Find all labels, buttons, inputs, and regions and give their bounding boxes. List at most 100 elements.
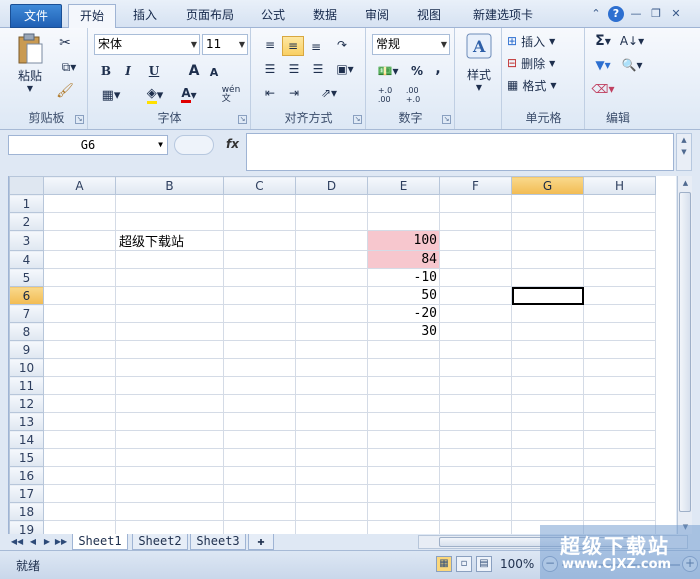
cell-b11[interactable] [115, 376, 224, 395]
decrease-indent-icon[interactable]: ⇤ [260, 84, 280, 102]
cell-e1[interactable] [367, 194, 440, 213]
column-header[interactable]: H [583, 176, 656, 195]
cell-h6[interactable] [583, 286, 656, 305]
cell-d14[interactable] [295, 430, 368, 449]
sheet-tab-sheet2[interactable]: Sheet2 [132, 534, 188, 550]
format-cells-button[interactable]: ▦ 格式 ▼ [507, 76, 581, 94]
shrink-font-button[interactable]: A [205, 64, 223, 80]
cell-c17[interactable] [223, 484, 296, 503]
paste-dropdown-icon[interactable]: ▼ [27, 84, 33, 93]
copy-icon[interactable]: ⧉▾ [56, 58, 82, 76]
cell-h17[interactable] [583, 484, 656, 503]
column-header[interactable]: B [115, 176, 224, 195]
cell-a16[interactable] [43, 466, 116, 485]
cell-c10[interactable] [223, 358, 296, 377]
borders-icon[interactable]: ▦▾ [97, 86, 125, 104]
cell-g6[interactable] [511, 286, 584, 305]
cell-h9[interactable] [583, 340, 656, 359]
cell-f5[interactable] [439, 268, 512, 287]
cell-e8[interactable]: 30 [367, 322, 440, 341]
cell-h15[interactable] [583, 448, 656, 467]
cell-h13[interactable] [583, 412, 656, 431]
cell-f1[interactable] [439, 194, 512, 213]
cell-b10[interactable] [115, 358, 224, 377]
paste-button[interactable]: 粘贴 ▼ [12, 32, 48, 94]
cell-d15[interactable] [295, 448, 368, 467]
worksheet-grid[interactable]: A B C D E F G H 1 2 3 超级下载站 100 4 84 5 -10 6 50 7 -2… [8, 176, 676, 534]
cell-d18[interactable] [295, 502, 368, 521]
cell-f16[interactable] [439, 466, 512, 485]
cell-c4[interactable] [223, 250, 296, 269]
cell-f10[interactable] [439, 358, 512, 377]
column-header[interactable]: F [439, 176, 512, 195]
tab-view[interactable]: 视图 [409, 4, 449, 28]
name-box[interactable]: G6 ▼ [8, 135, 168, 155]
cell-c5[interactable] [223, 268, 296, 287]
accounting-format-icon[interactable]: 💵▾ [373, 62, 403, 80]
vertical-scrollbar[interactable]: ▲ ▼ [677, 176, 692, 534]
cell-a14[interactable] [43, 430, 116, 449]
cell-e14[interactable] [367, 430, 440, 449]
prev-sheet-icon[interactable]: ◀ [26, 535, 40, 549]
cell-g15[interactable] [511, 448, 584, 467]
formula-bar-expander[interactable] [174, 135, 214, 155]
cell-d10[interactable] [295, 358, 368, 377]
cell-b9[interactable] [115, 340, 224, 359]
cell-h12[interactable] [583, 394, 656, 413]
cell-b1[interactable] [115, 194, 224, 213]
cell-f12[interactable] [439, 394, 512, 413]
column-header-selected[interactable]: G [511, 176, 584, 195]
cell-e17[interactable] [367, 484, 440, 503]
row-header[interactable]: 15 [9, 448, 44, 467]
cell-e3[interactable]: 100 [367, 230, 440, 251]
cell-a17[interactable] [43, 484, 116, 503]
cell-f18[interactable] [439, 502, 512, 521]
cell-g4[interactable] [511, 250, 584, 269]
cell-h3[interactable] [583, 230, 656, 251]
align-bottom-icon[interactable]: ≡ [306, 38, 326, 56]
column-header[interactable]: E [367, 176, 440, 195]
cell-g7[interactable] [511, 304, 584, 323]
tab-review[interactable]: 审阅 [357, 4, 397, 28]
number-format-combo[interactable]: 常规 ▼ [372, 34, 450, 55]
decrease-decimal-button[interactable]: .00 +.0 [401, 84, 425, 106]
fill-color-icon[interactable]: ◈ ▾ [141, 86, 169, 104]
cell-c11[interactable] [223, 376, 296, 395]
cell-f17[interactable] [439, 484, 512, 503]
cell-d12[interactable] [295, 394, 368, 413]
increase-decimal-button[interactable]: +.0 .00 [373, 84, 397, 106]
align-middle-icon[interactable]: ≡ [282, 36, 304, 56]
align-top-icon[interactable]: ≡ [260, 36, 280, 54]
cell-e11[interactable] [367, 376, 440, 395]
cell-d13[interactable] [295, 412, 368, 431]
cell-c15[interactable] [223, 448, 296, 467]
cell-f2[interactable] [439, 212, 512, 231]
cell-f4[interactable] [439, 250, 512, 269]
column-header[interactable]: D [295, 176, 368, 195]
cell-f7[interactable] [439, 304, 512, 323]
tab-page-layout[interactable]: 页面布局 [178, 4, 242, 28]
cell-a1[interactable] [43, 194, 116, 213]
cell-a12[interactable] [43, 394, 116, 413]
scroll-up-icon[interactable]: ▲ [678, 176, 693, 190]
page-layout-view-icon[interactable]: ▫ [456, 556, 472, 572]
cell-a5[interactable] [43, 268, 116, 287]
cell-h14[interactable] [583, 430, 656, 449]
find-select-icon[interactable]: 🔍▾ [618, 56, 646, 74]
comma-button[interactable]: , [431, 60, 445, 78]
cell-c1[interactable] [223, 194, 296, 213]
cell-c16[interactable] [223, 466, 296, 485]
row-header[interactable]: 19 [9, 520, 44, 534]
fill-icon[interactable]: ▼▾ [590, 56, 616, 74]
cell-g8[interactable] [511, 322, 584, 341]
cell-b15[interactable] [115, 448, 224, 467]
cell-f14[interactable] [439, 430, 512, 449]
cell-f19[interactable] [439, 520, 512, 534]
cell-h1[interactable] [583, 194, 656, 213]
cell-a19[interactable] [43, 520, 116, 534]
sort-filter-icon[interactable]: A↓▾ [618, 32, 646, 50]
cell-g18[interactable] [511, 502, 584, 521]
cell-e18[interactable] [367, 502, 440, 521]
cell-d17[interactable] [295, 484, 368, 503]
row-header[interactable]: 13 [9, 412, 44, 431]
